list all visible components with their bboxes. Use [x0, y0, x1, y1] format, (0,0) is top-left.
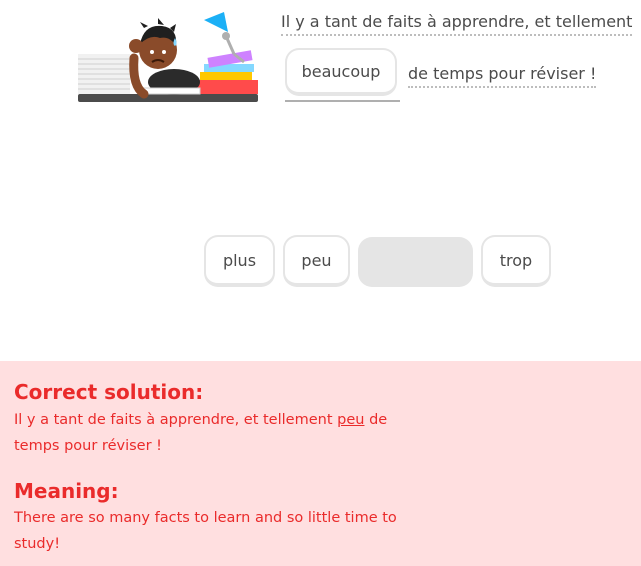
solution-highlighted-word: peu: [337, 412, 365, 428]
sentence-second-part: de temps pour réviser !: [408, 64, 597, 88]
exercise-page: Il y a tant de faits à apprendre, et tel…: [0, 0, 641, 566]
correct-solution-heading: Correct solution:: [14, 380, 204, 404]
word-bank-chip-trop[interactable]: trop: [481, 235, 551, 287]
sentence-text-part2: de temps pour réviser !: [408, 64, 597, 88]
incorrect-feedback-panel: Correct solution: Il y a tant de faits à…: [0, 361, 641, 566]
word-bank-empty-slot: [358, 237, 473, 287]
meaning-heading: Meaning:: [14, 479, 119, 503]
sentence-text-part1: Il y a tant de faits à apprendre, et tel…: [281, 12, 633, 36]
solution-text-before: Il y a tant de faits à apprendre, et tel…: [14, 412, 333, 428]
sentence-first-part: Il y a tant de faits à apprendre, et tel…: [281, 12, 633, 36]
correct-solution-text: Il y a tant de faits à apprendre, et tel…: [14, 407, 414, 459]
selected-answer-label: beaucoup: [301, 61, 381, 81]
word-bank-chip-label: plus: [222, 250, 257, 270]
answer-blank-underline: [285, 100, 400, 102]
meaning-text: There are so many facts to learn and so …: [14, 510, 397, 552]
stressed-student-illustration: [78, 12, 258, 102]
word-bank-chip-label: peu: [301, 250, 332, 270]
selected-answer-chip[interactable]: beaucoup: [285, 48, 397, 96]
word-bank-chip-plus[interactable]: plus: [204, 235, 275, 287]
word-bank-chip-peu[interactable]: peu: [283, 235, 350, 287]
word-bank-chip-label: trop: [499, 250, 533, 270]
